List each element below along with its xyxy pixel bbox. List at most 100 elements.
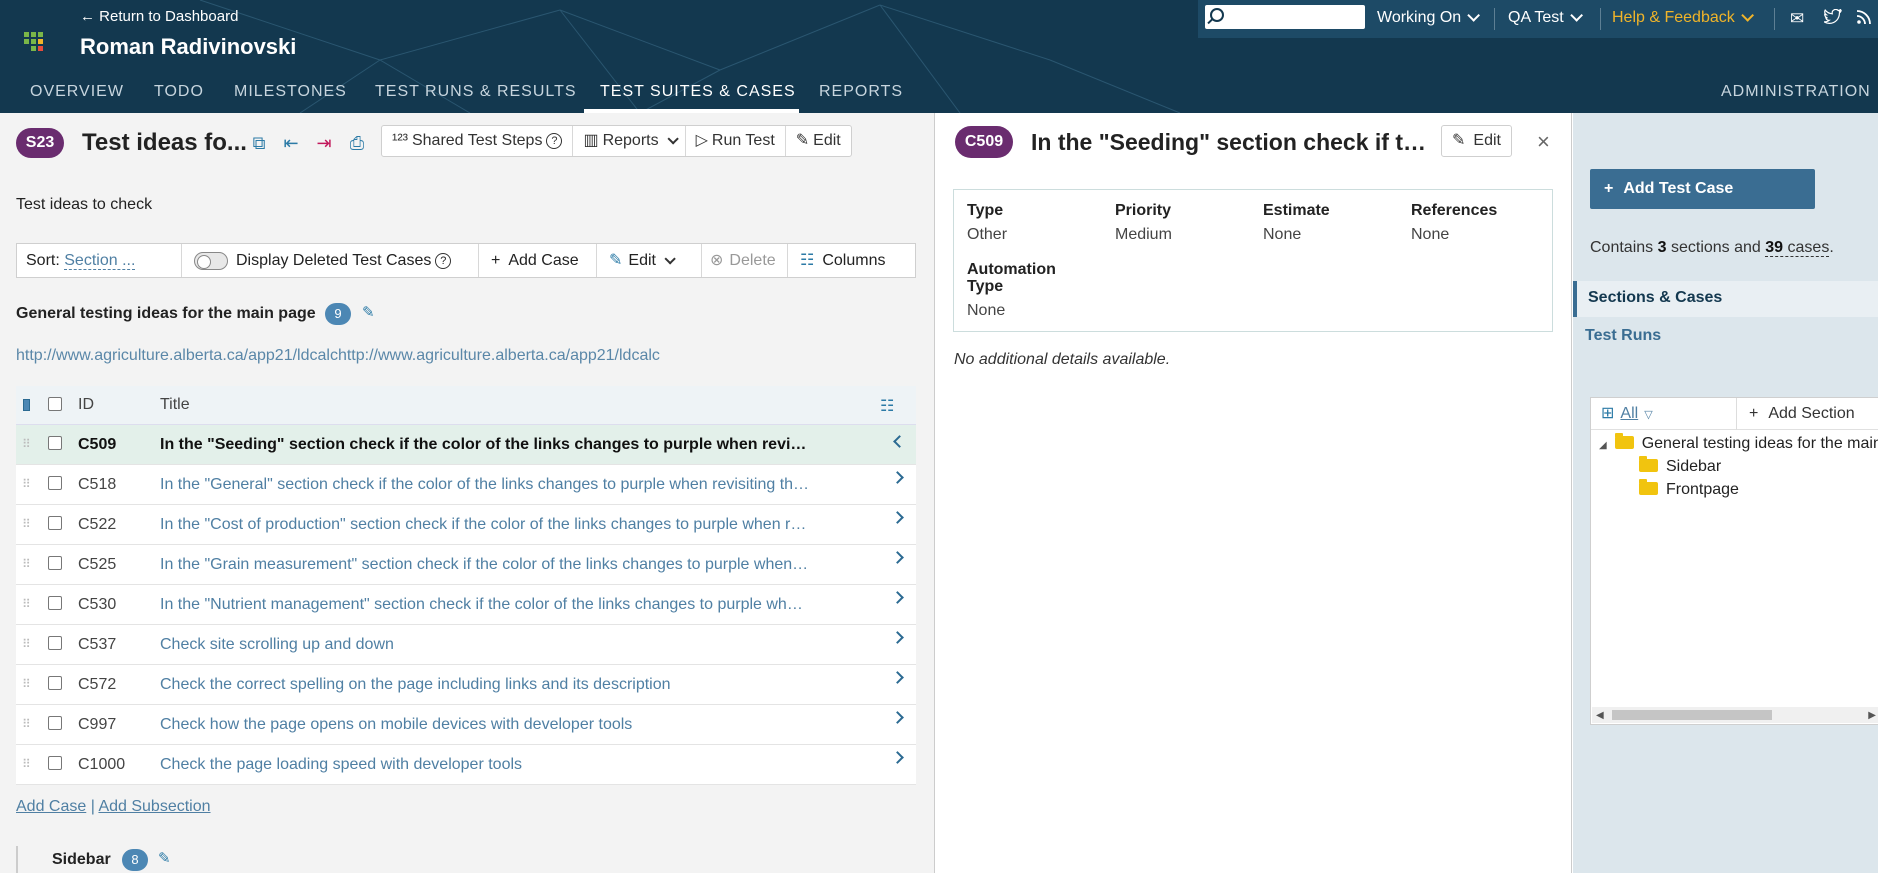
table-row[interactable]: ⠿ C522 In the "Cost of production" section… <box>16 505 916 545</box>
drag-handle-icon[interactable]: ⠿ <box>22 437 31 451</box>
scrollbar-thumb[interactable] <box>1612 710 1772 720</box>
edit-case-button[interactable]: ✎ Edit <box>1441 125 1512 157</box>
chevron-right-icon[interactable] <box>891 711 904 724</box>
rss-icon[interactable] <box>1856 9 1872 30</box>
case-title-link[interactable]: In the "Nutrient management" section che… <box>160 596 810 614</box>
delete-button[interactable]: ⊗ Delete <box>702 244 788 277</box>
cases-count-link[interactable]: 39 cases <box>1765 239 1830 257</box>
row-checkbox[interactable] <box>48 636 62 650</box>
columns-button[interactable]: ☷ Columns <box>788 244 916 277</box>
table-row[interactable]: ⠿ C509 In the "Seeding" section check if t… <box>16 425 916 465</box>
help-icon[interactable]: ? <box>435 252 452 269</box>
shared-test-steps-button[interactable]: ¹²³ Shared Test Steps? <box>382 126 574 156</box>
table-row[interactable]: ⠿ C518 In the "General" section check if t… <box>16 465 916 505</box>
tab-todo[interactable]: TODO <box>154 83 204 101</box>
tree-node-sidebar[interactable]: Sidebar <box>1639 456 1721 476</box>
row-checkbox[interactable] <box>48 556 62 570</box>
case-title-link[interactable]: Check the page loading speed with develo… <box>160 756 810 774</box>
print-icon[interactable]: ⎙ <box>347 133 367 153</box>
app-logo[interactable] <box>24 32 48 56</box>
help-icon[interactable]: ? <box>546 132 563 149</box>
scroll-right-icon[interactable]: ▶ <box>1868 710 1876 721</box>
chevron-right-icon[interactable] <box>891 591 904 604</box>
case-title-link[interactable]: Check site scrolling up and down <box>160 636 810 654</box>
row-checkbox[interactable] <box>48 476 62 490</box>
table-row[interactable]: ⠿ C530 In the "Nutrient management" sectio… <box>16 585 916 625</box>
tree-node-root[interactable]: ◢ General testing ideas for the main page <box>1599 433 1878 453</box>
edit-subsection-icon[interactable]: ✎ <box>158 849 171 867</box>
tab-test-suites[interactable]: TEST SUITES & CASES <box>600 83 796 101</box>
table-row[interactable]: ⠿ C1000 Check the page loading speed with … <box>16 745 916 785</box>
edit-cases-button[interactable]: ✎ Edit <box>597 244 702 277</box>
reports-button[interactable]: ▥ Reports <box>573 126 686 156</box>
row-checkbox[interactable] <box>48 756 62 770</box>
table-row[interactable]: ⠿ C572 Check the correct spelling on the p… <box>16 665 916 705</box>
add-section-button[interactable]: + Add Section <box>1749 398 1855 430</box>
close-icon[interactable]: × <box>1537 129 1550 155</box>
sidebar-item-sections-cases[interactable]: Sections & Cases <box>1573 281 1878 317</box>
case-title-link[interactable]: Check how the page opens on mobile devic… <box>160 716 810 734</box>
search-input[interactable] <box>1205 5 1365 29</box>
tab-reports[interactable]: REPORTS <box>819 83 903 101</box>
add-subsection-link[interactable]: Add Subsection <box>98 798 210 815</box>
chevron-right-icon[interactable] <box>891 551 904 564</box>
sidebar-item-test-runs[interactable]: Test Runs <box>1585 327 1661 345</box>
tab-milestones[interactable]: MILESTONES <box>234 83 347 101</box>
drag-handle-icon[interactable]: ⠿ <box>22 477 31 491</box>
tab-test-runs[interactable]: TEST RUNS & RESULTS <box>375 83 577 101</box>
horizontal-scrollbar[interactable]: ◀ ▶ <box>1592 707 1878 723</box>
import-icon[interactable]: ⇤ <box>281 133 301 153</box>
mail-icon[interactable]: ✉ <box>1790 9 1804 29</box>
help-feedback-menu[interactable]: Help & Feedback <box>1612 9 1754 27</box>
copy-icon[interactable]: ⧉ <box>249 133 269 153</box>
collapse-icon[interactable]: ◢ <box>1599 440 1607 451</box>
display-deleted-toggle[interactable]: Display Deleted Test Cases? <box>182 244 479 277</box>
drag-handle-icon[interactable]: ⠿ <box>22 517 31 531</box>
case-title-link[interactable]: In the "Seeding" section check if the co… <box>160 436 810 454</box>
add-test-case-button[interactable]: + Add Test Case <box>1590 169 1815 209</box>
drag-handle-icon[interactable]: ⠿ <box>22 757 31 771</box>
tree-filter[interactable]: ⊞ All ▽ <box>1601 398 1733 430</box>
drag-handle-icon[interactable]: ⠿ <box>22 677 31 691</box>
chevron-right-icon[interactable] <box>891 751 904 764</box>
add-case-link[interactable]: Add Case <box>16 798 86 815</box>
working-on-menu[interactable]: Working On <box>1377 9 1481 27</box>
case-title-link[interactable]: Check the correct spelling on the page i… <box>160 676 810 694</box>
row-checkbox[interactable] <box>48 676 62 690</box>
chevron-right-icon[interactable] <box>891 671 904 684</box>
column-settings-icon[interactable]: ☷ <box>880 396 894 416</box>
chevron-left-icon[interactable] <box>893 435 906 448</box>
drag-handle-icon[interactable]: ⠿ <box>22 637 31 651</box>
tab-overview[interactable]: OVERVIEW <box>30 83 124 101</box>
run-test-button[interactable]: ▷ Run Test <box>686 126 786 156</box>
edit-suite-button[interactable]: ✎ Edit <box>786 126 851 156</box>
scroll-left-icon[interactable]: ◀ <box>1596 710 1604 721</box>
case-title-link[interactable]: In the "Cost of production" section chec… <box>160 516 810 534</box>
table-row[interactable]: ⠿ C537 Check site scrolling up and down <box>16 625 916 665</box>
case-title-link[interactable]: In the "General" section check if the co… <box>160 476 810 494</box>
table-row[interactable]: ⠿ C525 In the "Grain measurement" section … <box>16 545 916 585</box>
project-menu[interactable]: QA Test <box>1508 9 1583 27</box>
sort-control[interactable]: Sort: Section ... <box>17 244 182 277</box>
sort-value[interactable]: Section ... <box>64 252 136 270</box>
chevron-right-icon[interactable] <box>891 511 904 524</box>
row-checkbox[interactable] <box>48 516 62 530</box>
chevron-right-icon[interactable] <box>891 631 904 644</box>
row-checkbox[interactable] <box>48 596 62 610</box>
add-case-button[interactable]: + Add Case <box>479 244 597 277</box>
export-icon[interactable]: ⇥ <box>314 133 334 153</box>
case-title-link[interactable]: In the "Grain measurement" section check… <box>160 556 810 574</box>
twitter-icon[interactable] <box>1823 8 1843 30</box>
return-to-dashboard-link[interactable]: ← Return to Dashboard <box>80 8 238 25</box>
row-checkbox[interactable] <box>48 436 62 450</box>
drag-handle-icon[interactable]: ⠿ <box>22 597 31 611</box>
table-row[interactable]: ⠿ C997 Check how the page opens on mobile … <box>16 705 916 745</box>
tree-node-frontpage[interactable]: Frontpage <box>1639 479 1739 499</box>
toggle-switch[interactable] <box>194 251 228 270</box>
drag-handle-icon[interactable]: ⠿ <box>22 717 31 731</box>
select-all-checkbox[interactable] <box>48 397 62 411</box>
drag-handle-icon[interactable]: ⠿ <box>22 557 31 571</box>
row-checkbox[interactable] <box>48 716 62 730</box>
edit-section-icon[interactable]: ✎ <box>362 303 375 321</box>
tab-administration[interactable]: ADMINISTRATION <box>1721 83 1871 101</box>
